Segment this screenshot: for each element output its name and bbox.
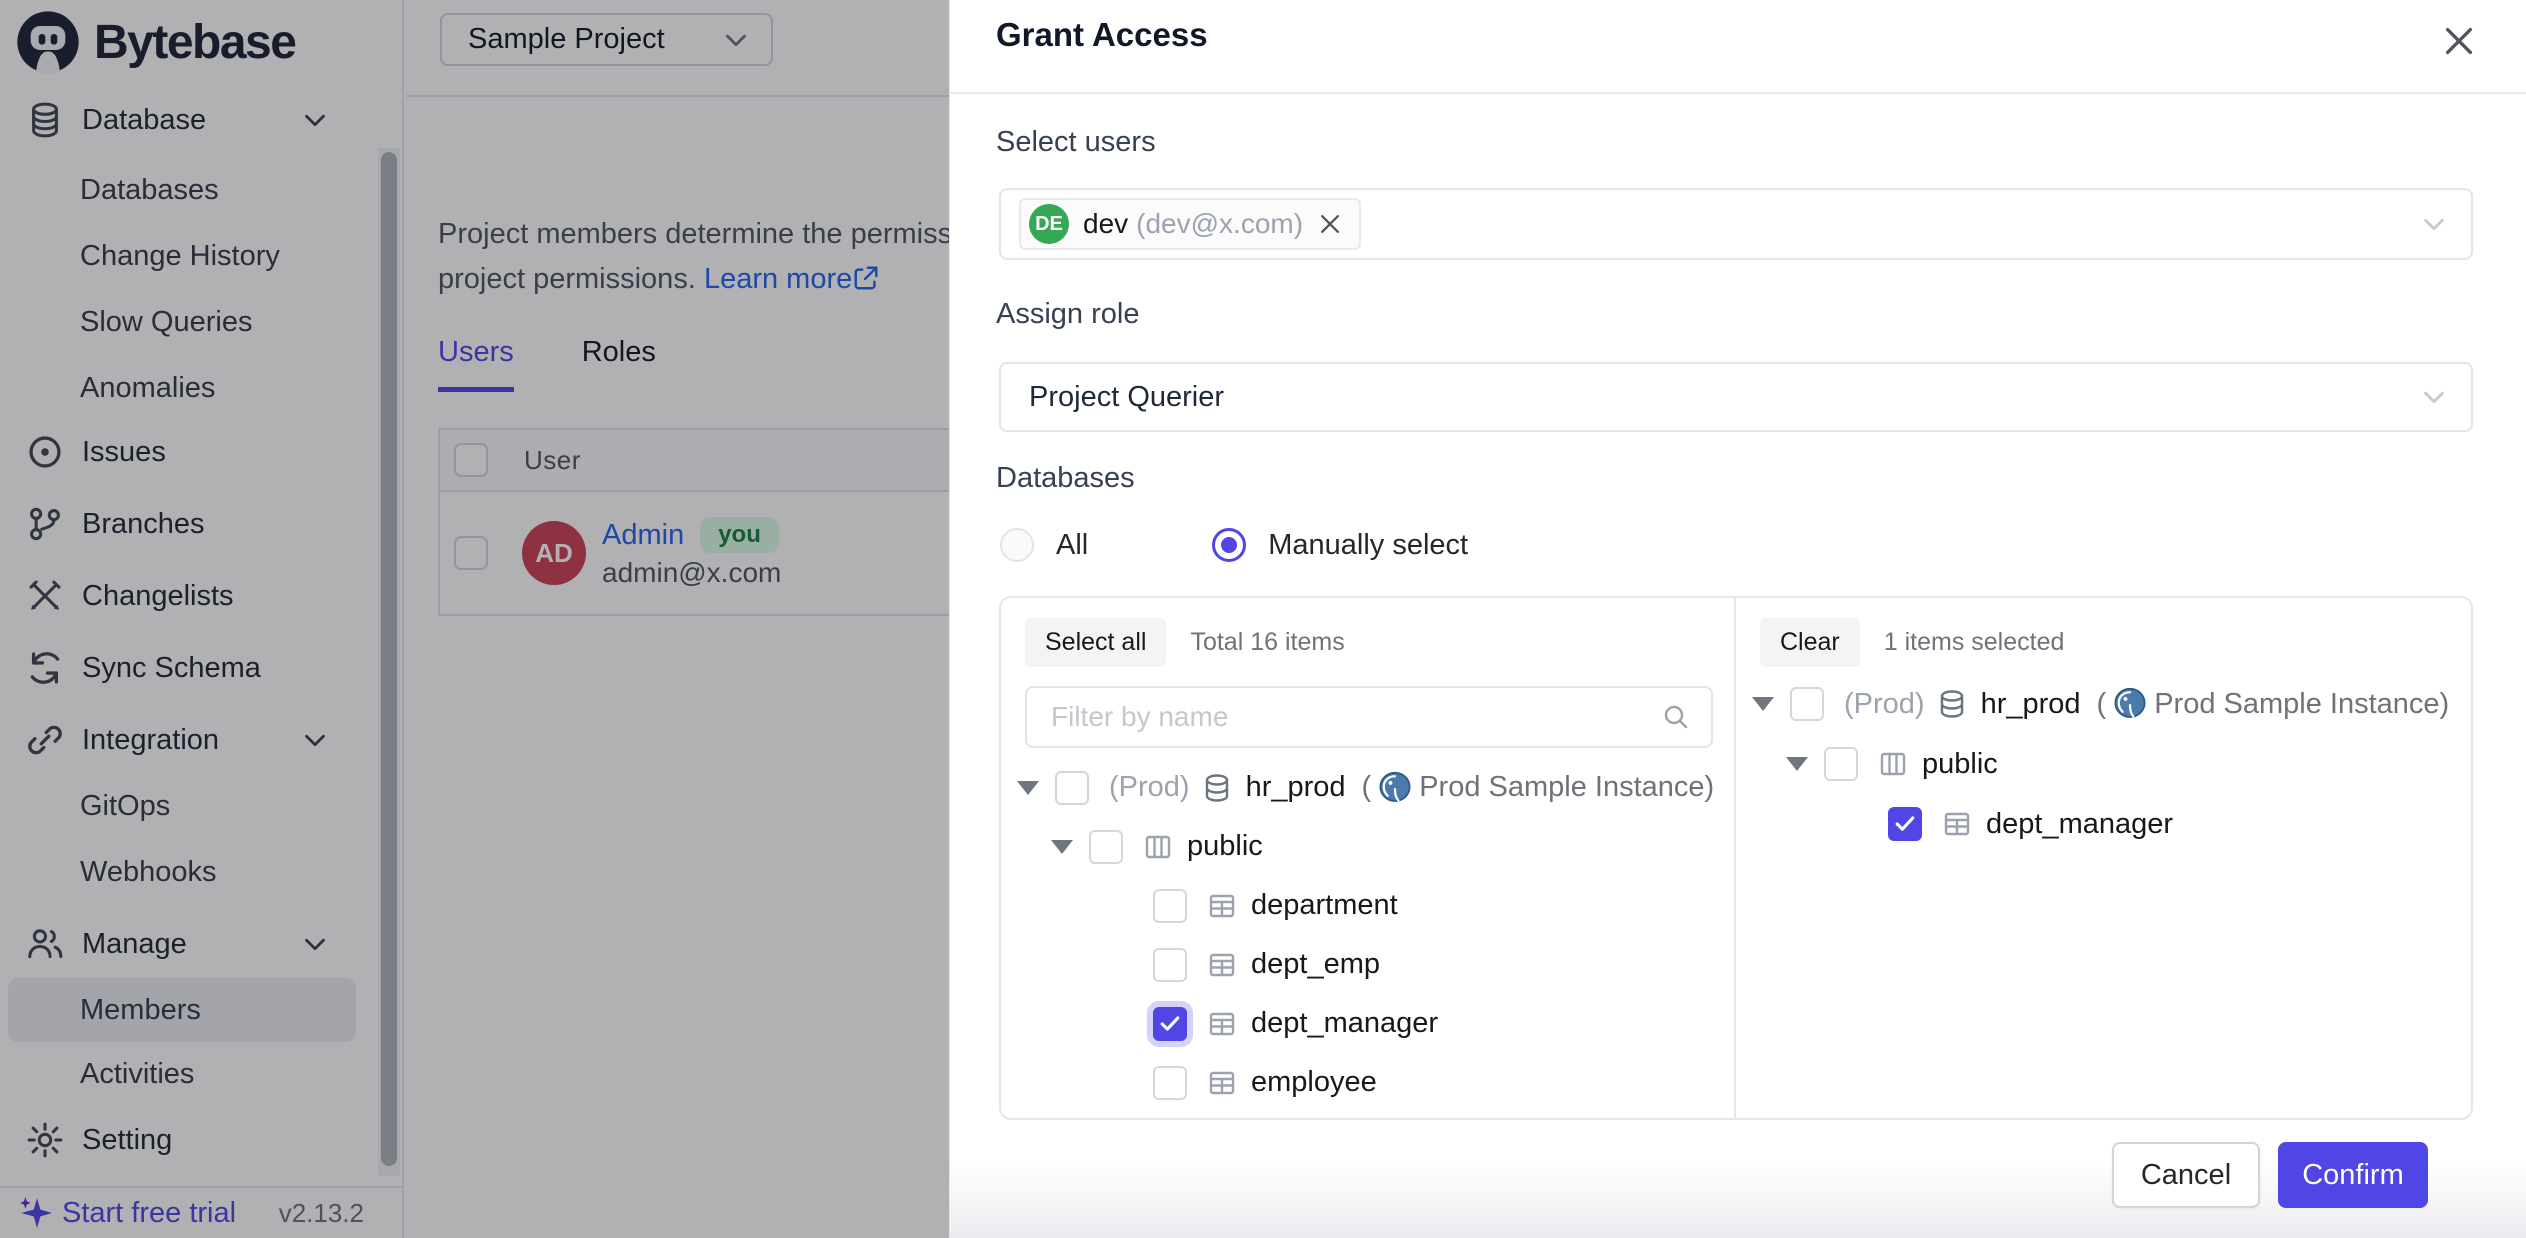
database-icon xyxy=(1937,689,1967,719)
confirm-button[interactable]: Confirm xyxy=(2278,1142,2428,1208)
schema-name: public xyxy=(1187,830,1263,863)
modal-footer: Cancel Confirm xyxy=(950,1120,2526,1238)
database-icon xyxy=(1202,773,1232,803)
instance-name: Prod Sample Instance) xyxy=(2154,688,2449,721)
tree-row-table[interactable]: dept_emp xyxy=(1001,935,1730,994)
radio-circle-selected[interactable] xyxy=(1212,528,1246,562)
paren: ( xyxy=(1362,771,1372,804)
remove-user-icon[interactable] xyxy=(1317,211,1343,237)
table-icon xyxy=(1942,809,1972,839)
selected-tree: (Prod) hr_prod ( Prod Sample Instance) p… xyxy=(1736,674,2467,854)
tree-checkbox[interactable] xyxy=(1153,889,1187,923)
selected-count-label: 1 items selected xyxy=(1884,628,2065,657)
radio-all-label: All xyxy=(1056,529,1088,562)
filter-input-wrap xyxy=(1025,686,1713,748)
caret-down-icon[interactable] xyxy=(1786,757,1808,771)
selected-panel: Clear 1 items selected (Prod) hr_prod ( … xyxy=(1734,598,2471,1118)
source-panel: Select all Total 16 items (Prod) hr_prod… xyxy=(1001,598,1734,1118)
check-icon xyxy=(1892,811,1918,837)
postgresql-icon xyxy=(1377,770,1413,806)
table-icon xyxy=(1207,950,1237,980)
tree-checkbox[interactable] xyxy=(1790,687,1824,721)
check-icon xyxy=(1157,1011,1183,1037)
postgresql-icon xyxy=(2112,686,2148,722)
total-items-label: Total 16 items xyxy=(1190,628,1344,657)
tree-row-instance[interactable]: (Prod) hr_prod ( Prod Sample Instance) xyxy=(1001,758,1730,817)
chip-user-email: (dev@x.com) xyxy=(1136,208,1303,240)
chevron-down-icon xyxy=(2419,209,2449,239)
env-label: (Prod) xyxy=(1109,771,1190,804)
caret-down-icon[interactable] xyxy=(1051,840,1073,854)
tree-checkbox[interactable] xyxy=(1089,830,1123,864)
tree-row-table[interactable]: dept_manager xyxy=(1001,994,1730,1053)
grant-access-modal: Grant Access Select users DE dev (dev@x.… xyxy=(949,0,2526,1238)
assign-role-label: Assign role xyxy=(996,298,1139,331)
tree-checkbox-checked[interactable] xyxy=(1888,807,1922,841)
radio-all[interactable]: All xyxy=(1000,528,1088,562)
chevron-down-icon xyxy=(2419,382,2449,412)
instance-name: Prod Sample Instance) xyxy=(1419,771,1714,804)
role-select-value: Project Querier xyxy=(1029,381,1224,414)
tree-row-table[interactable]: employee xyxy=(1001,1053,1730,1112)
table-name: dept_emp xyxy=(1251,948,1380,981)
tree-checkbox[interactable] xyxy=(1153,1066,1187,1100)
radio-manual-label: Manually select xyxy=(1268,529,1468,562)
tree-row-schema[interactable]: public xyxy=(1736,734,2467,794)
chip-user-name: dev xyxy=(1083,208,1128,240)
selected-user-chip: DE dev (dev@x.com) xyxy=(1019,198,1361,250)
table-icon xyxy=(1207,1009,1237,1039)
schema-icon xyxy=(1878,749,1908,779)
caret-down-icon[interactable] xyxy=(1752,697,1774,711)
select-users-label: Select users xyxy=(996,126,1156,159)
database-transfer-panels: Select all Total 16 items (Prod) hr_prod… xyxy=(999,596,2473,1120)
modal-title: Grant Access xyxy=(996,16,1208,54)
tree-checkbox[interactable] xyxy=(1824,747,1858,781)
table-name: dept_manager xyxy=(1986,808,2173,841)
clear-button[interactable]: Clear xyxy=(1760,618,1860,667)
tree-checkbox[interactable] xyxy=(1055,771,1089,805)
schema-icon xyxy=(1143,832,1173,862)
tree-row-table[interactable]: dept_manager xyxy=(1736,794,2467,854)
search-icon xyxy=(1661,702,1691,732)
modal-backdrop[interactable] xyxy=(0,0,951,1238)
tree-row-schema[interactable]: public xyxy=(1001,817,1730,876)
radio-circle[interactable] xyxy=(1000,528,1034,562)
source-tree: (Prod) hr_prod ( Prod Sample Instance) p… xyxy=(1001,758,1730,1112)
table-icon xyxy=(1207,891,1237,921)
table-icon xyxy=(1207,1068,1237,1098)
role-select[interactable]: Project Querier xyxy=(999,362,2473,432)
database-name: hr_prod xyxy=(1246,771,1346,804)
table-name: employee xyxy=(1251,1066,1377,1099)
close-icon[interactable] xyxy=(2440,22,2478,60)
table-name: dept_manager xyxy=(1251,1007,1438,1040)
avatar: DE xyxy=(1029,204,1069,244)
cancel-button[interactable]: Cancel xyxy=(2112,1142,2260,1208)
modal-header-divider xyxy=(950,92,2526,94)
database-name: hr_prod xyxy=(1981,688,2081,721)
tree-row-instance[interactable]: (Prod) hr_prod ( Prod Sample Instance) xyxy=(1736,674,2467,734)
bytebase-app: Bytebase Database Databases Change Histo… xyxy=(0,0,2526,1238)
tree-checkbox-checked[interactable] xyxy=(1153,1007,1187,1041)
table-name: department xyxy=(1251,889,1398,922)
databases-label: Databases xyxy=(996,462,1135,495)
select-users-input[interactable]: DE dev (dev@x.com) xyxy=(999,188,2473,260)
select-all-button[interactable]: Select all xyxy=(1025,618,1166,667)
radio-manually-select[interactable]: Manually select xyxy=(1212,528,1468,562)
filter-input[interactable] xyxy=(1051,701,1611,733)
caret-down-icon[interactable] xyxy=(1017,781,1039,795)
schema-name: public xyxy=(1922,748,1998,781)
env-label: (Prod) xyxy=(1844,688,1925,721)
paren: ( xyxy=(2097,688,2107,721)
tree-row-table[interactable]: department xyxy=(1001,876,1730,935)
tree-checkbox[interactable] xyxy=(1153,948,1187,982)
